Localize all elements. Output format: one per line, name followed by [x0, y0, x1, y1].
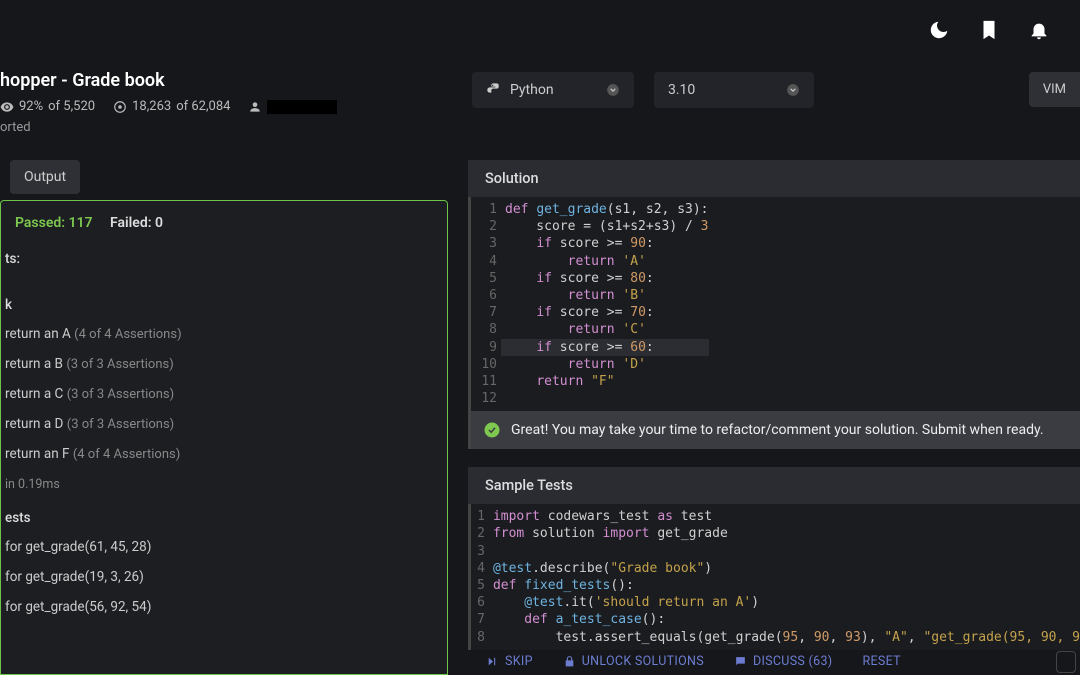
check-circle-icon — [483, 421, 501, 439]
reset-button[interactable]: RESET — [854, 648, 908, 675]
comment-icon — [734, 655, 747, 668]
chevron-down-icon — [786, 83, 800, 97]
bookmark-icon[interactable] — [978, 19, 1000, 41]
results-panel: Passed: 117 Failed: 0 ts:kreturn an A (4… — [0, 200, 448, 675]
satisfaction-stat: 92% of 5,520 — [0, 99, 95, 114]
layout-button[interactable] — [1056, 651, 1076, 673]
moon-icon[interactable] — [928, 19, 950, 41]
discuss-button[interactable]: DISCUSS (63) — [726, 648, 841, 675]
skip-button[interactable]: SKIP — [478, 648, 541, 675]
language-select[interactable]: Python — [472, 72, 634, 108]
lock-icon — [563, 655, 576, 668]
solution-header: Solution — [468, 160, 1080, 197]
failed-count: Failed: 0 — [110, 215, 163, 231]
editor-mode-button[interactable]: VIM — [1029, 72, 1080, 107]
version-select[interactable]: 3.10 — [654, 72, 814, 108]
bell-icon[interactable] — [1028, 19, 1050, 41]
author-stat[interactable] — [248, 100, 337, 114]
unlock-solutions-button[interactable]: UNLOCK SOLUTIONS — [555, 648, 712, 675]
tab-output[interactable]: Output — [10, 160, 80, 194]
chevron-down-icon — [606, 83, 620, 97]
completions-stat: 18,263 of 62,084 — [113, 99, 230, 114]
skip-icon — [486, 655, 499, 668]
sample-tests-header: Sample Tests — [468, 467, 1080, 504]
passed-count: Passed: 117 — [15, 215, 93, 231]
python-icon — [486, 82, 502, 98]
reported-label: orted — [0, 120, 337, 135]
solution-editor[interactable]: 123456789101112 def get_grade(s1, s2, s3… — [468, 197, 1080, 411]
kata-header: hopper - Grade book 92% of 5,520 18,263 … — [0, 70, 337, 135]
action-bar: SKIP UNLOCK SOLUTIONS DISCUSS (63) RESET — [468, 642, 1080, 675]
sample-tests-editor[interactable]: 12345678 import codewars_test as testfro… — [468, 504, 1080, 650]
kata-title: hopper - Grade book — [0, 70, 337, 91]
success-banner: Great! You may take your time to refacto… — [468, 411, 1080, 449]
